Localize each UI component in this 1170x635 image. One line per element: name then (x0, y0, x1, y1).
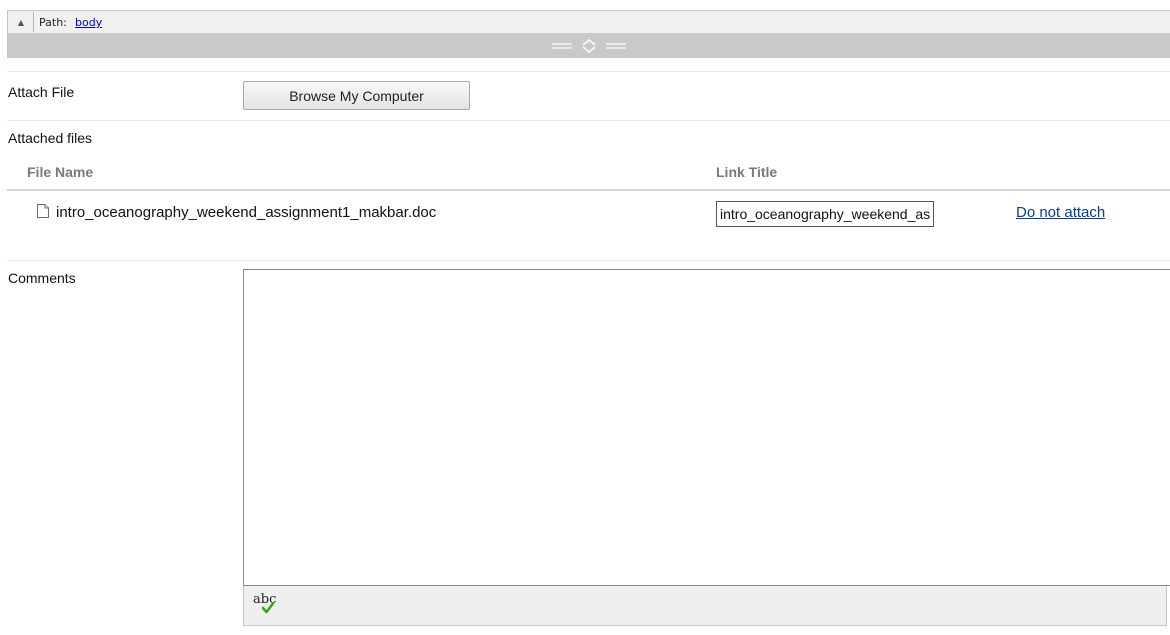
comments-textarea[interactable] (243, 269, 1170, 586)
path-label: Path: (39, 16, 67, 29)
attached-files-heading: Attached files (8, 130, 93, 146)
do-not-attach-link[interactable]: Do not attach (1016, 204, 1105, 221)
spellcheck-icon (261, 602, 275, 614)
column-header-file-name: File Name (27, 164, 94, 180)
spellcheck-button[interactable]: abc (253, 592, 283, 620)
link-title-input[interactable] (716, 201, 934, 227)
editor-toolbar: abc (243, 586, 1167, 626)
comments-label: Comments (8, 270, 76, 286)
resize-handle-icon (551, 38, 626, 54)
divider (7, 260, 1170, 261)
divider (7, 71, 1170, 72)
path-bar: ▲ Path: body (7, 10, 1170, 34)
attached-file-name: intro_oceanography_weekend_assignment1_m… (56, 204, 437, 221)
table-header-divider (7, 189, 1170, 191)
browse-my-computer-button[interactable]: Browse My Computer (243, 81, 470, 110)
editor-resize-handle[interactable] (7, 34, 1170, 58)
attach-file-label: Attach File (8, 84, 75, 100)
divider (7, 120, 1170, 121)
column-header-link-title: Link Title (716, 164, 778, 180)
document-icon (37, 204, 49, 218)
path-body-link[interactable]: body (75, 16, 102, 29)
triangle-up-icon[interactable]: ▲ (9, 12, 34, 32)
